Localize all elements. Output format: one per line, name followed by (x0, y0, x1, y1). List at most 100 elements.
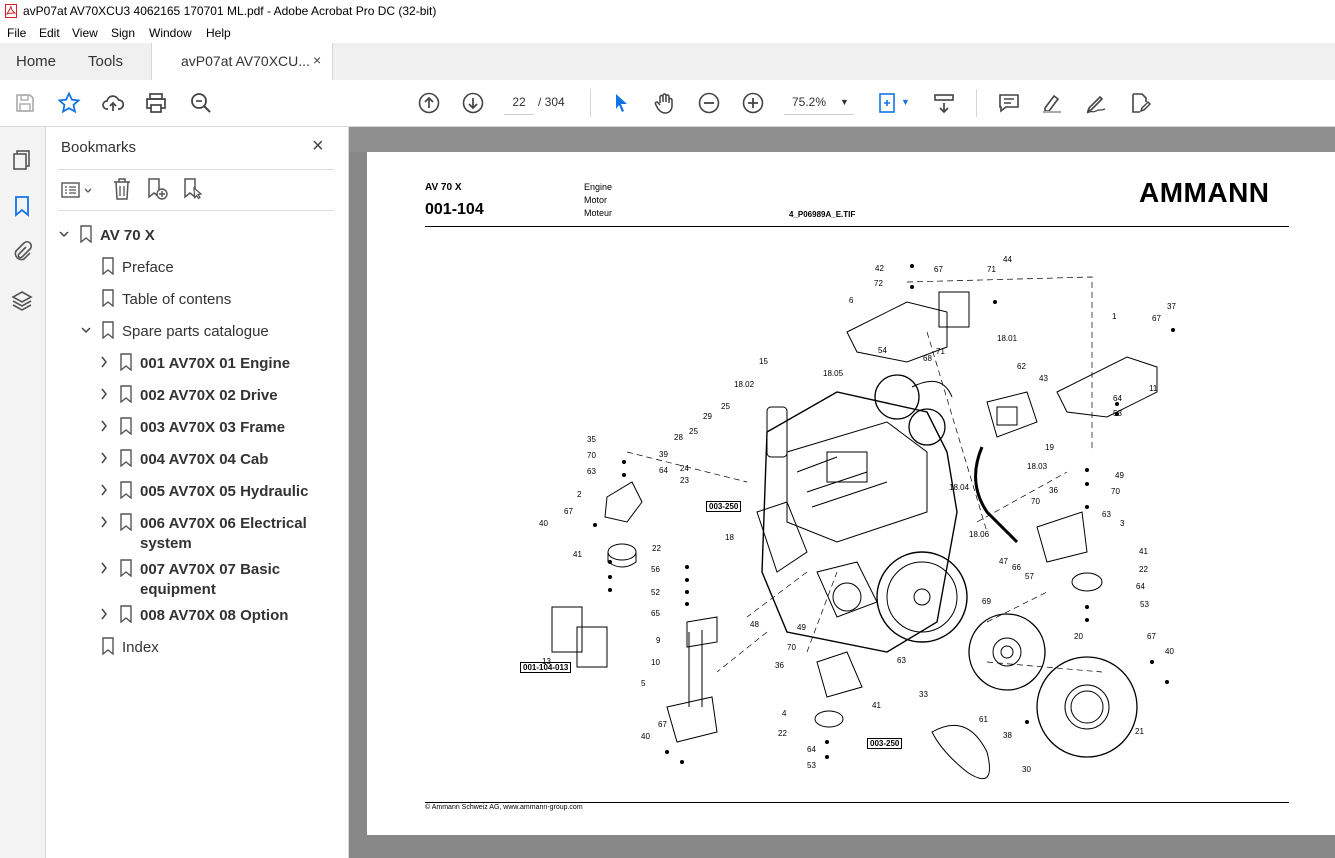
part-number-label: 23 (680, 476, 689, 485)
page-thumbnails-icon[interactable] (10, 148, 34, 172)
part-number-label: 64 (807, 745, 816, 754)
part-number-label: 52 (651, 588, 660, 597)
navigation-rail (0, 127, 46, 858)
add-bookmark-icon[interactable] (145, 177, 169, 204)
tab-document[interactable]: avP07at AV70XCU... × (151, 43, 333, 80)
part-number-label: 18.06 (969, 530, 990, 539)
highlight-pen-icon[interactable] (1040, 91, 1064, 115)
toolbar: 22 / 304 75.2% ▼ ▼ (0, 80, 1335, 127)
bookmarks-panel: Bookmarks × AV 70 X Preface Table of conte… (46, 127, 349, 858)
bookmark-item[interactable]: 005 AV70X 05 Hydraulic (98, 481, 334, 503)
menu-window[interactable]: Window (149, 26, 192, 40)
scroll-mode-icon[interactable] (932, 91, 956, 115)
bookmark-item[interactable]: Table of contens (80, 289, 334, 311)
previous-page-icon[interactable] (417, 91, 441, 115)
bookmark-flag-icon (80, 225, 92, 243)
menu-file[interactable]: File (7, 26, 26, 40)
bookmark-flag-icon (120, 417, 132, 435)
reference-box: 001-104-013 (520, 662, 572, 673)
menu-bar: File Edit View Sign Window Help (0, 23, 1335, 43)
bookmark-flag-icon (120, 449, 132, 467)
close-panel-icon[interactable]: × (312, 135, 324, 158)
menu-sign[interactable]: Sign (111, 26, 135, 40)
bookmark-item[interactable]: Preface (80, 257, 334, 279)
part-number-label: 57 (1025, 572, 1034, 581)
toolbar-divider (976, 89, 977, 117)
hand-tool-icon[interactable] (653, 91, 677, 115)
cloud-upload-icon[interactable] (101, 91, 125, 115)
menu-help[interactable]: Help (206, 26, 231, 40)
bookmark-item[interactable]: 006 AV70X 06 Electrical system (98, 513, 334, 553)
part-number-label: 44 (1003, 255, 1012, 264)
print-icon[interactable] (144, 91, 168, 115)
star-bookmark-icon[interactable] (57, 91, 81, 115)
part-number-label: 37 (1167, 302, 1176, 311)
bookmark-item[interactable]: 007 AV70X 07 Basic equipment (98, 559, 334, 599)
find-bookmark-icon[interactable] (181, 177, 205, 204)
close-tab-icon[interactable]: × (313, 52, 321, 68)
part-number-label: 40 (539, 519, 548, 528)
bookmarks-title: Bookmarks (61, 139, 137, 156)
tab-document-label: avP07at AV70XCU... (181, 53, 310, 69)
part-number-label: 62 (1017, 362, 1026, 371)
layers-icon[interactable] (10, 289, 34, 313)
zoom-in-icon[interactable] (741, 91, 765, 115)
bookmark-item[interactable]: AV 70 X (58, 225, 334, 247)
bookmark-item[interactable]: 003 AV70X 03 Frame (98, 417, 334, 439)
part-number-label: 49 (797, 623, 806, 632)
bookmark-item[interactable]: 004 AV70X 04 Cab (98, 449, 334, 471)
zoom-level-value: 75.2% (792, 95, 827, 109)
chevron-down-icon[interactable] (80, 323, 92, 337)
bookmark-item[interactable]: 008 AV70X 08 Option (98, 605, 334, 627)
page-number-input[interactable]: 22 (504, 90, 534, 115)
comment-icon[interactable] (997, 91, 1021, 115)
reference-box: 003-250 (706, 501, 742, 512)
attachments-paperclip-icon[interactable] (10, 240, 34, 264)
part-number-label: 48 (750, 620, 759, 629)
chevron-right-icon[interactable] (98, 561, 110, 575)
chevron-right-icon[interactable] (98, 451, 110, 465)
bookmarks-icon[interactable] (10, 194, 34, 218)
fit-dropdown-chevron-icon[interactable]: ▼ (901, 97, 910, 107)
zoom-search-icon[interactable] (189, 91, 213, 115)
part-number-label: 42 (875, 264, 884, 273)
menu-edit[interactable]: Edit (39, 26, 60, 40)
chevron-right-icon[interactable] (98, 355, 110, 369)
save-icon[interactable] (13, 91, 37, 115)
chevron-right-icon[interactable] (98, 515, 110, 529)
select-cursor-icon[interactable] (609, 91, 633, 115)
bookmark-label: 005 AV70X 05 Hydraulic (140, 483, 309, 500)
chevron-down-icon[interactable] (58, 227, 70, 241)
document-view[interactable]: AV 70 X 001-104 Engine Motor Moteur 4_P0… (349, 127, 1335, 858)
draw-sign-icon[interactable] (1084, 91, 1108, 115)
bookmark-flag-icon (120, 559, 132, 577)
bookmark-item[interactable]: Index (80, 637, 334, 659)
bookmark-flag-icon (102, 289, 114, 307)
bookmark-label-continued: system (140, 535, 192, 552)
bookmark-item[interactable]: 001 AV70X 01 Engine (98, 353, 334, 375)
edit-document-icon[interactable] (1128, 91, 1152, 115)
part-number-label: 35 (587, 435, 596, 444)
zoom-out-icon[interactable] (697, 91, 721, 115)
chevron-right-icon[interactable] (98, 419, 110, 433)
bookmark-item[interactable]: Spare parts catalogue (80, 321, 334, 343)
next-page-icon[interactable] (461, 91, 485, 115)
part-number-label: 61 (979, 715, 988, 724)
chevron-right-icon[interactable] (98, 387, 110, 401)
bookmark-item[interactable]: 002 AV70X 02 Drive (98, 385, 334, 407)
chevron-right-icon[interactable] (98, 483, 110, 497)
fit-page-icon[interactable] (876, 91, 900, 115)
part-number-label: 56 (651, 565, 660, 574)
part-number-label: 70 (587, 451, 596, 460)
zoom-level-select[interactable]: 75.2% ▼ (784, 90, 854, 115)
part-number-label: 10 (651, 658, 660, 667)
tab-tools[interactable]: Tools (88, 53, 123, 70)
menu-view[interactable]: View (72, 26, 98, 40)
bookmark-options-icon[interactable] (61, 180, 95, 205)
bookmark-label-continued: equipment (140, 581, 216, 598)
part-number-label: 33 (919, 690, 928, 699)
delete-bookmark-icon[interactable] (111, 177, 133, 204)
tab-home[interactable]: Home (16, 53, 56, 70)
chevron-right-icon[interactable] (98, 607, 110, 621)
bookmark-flag-icon (120, 353, 132, 371)
